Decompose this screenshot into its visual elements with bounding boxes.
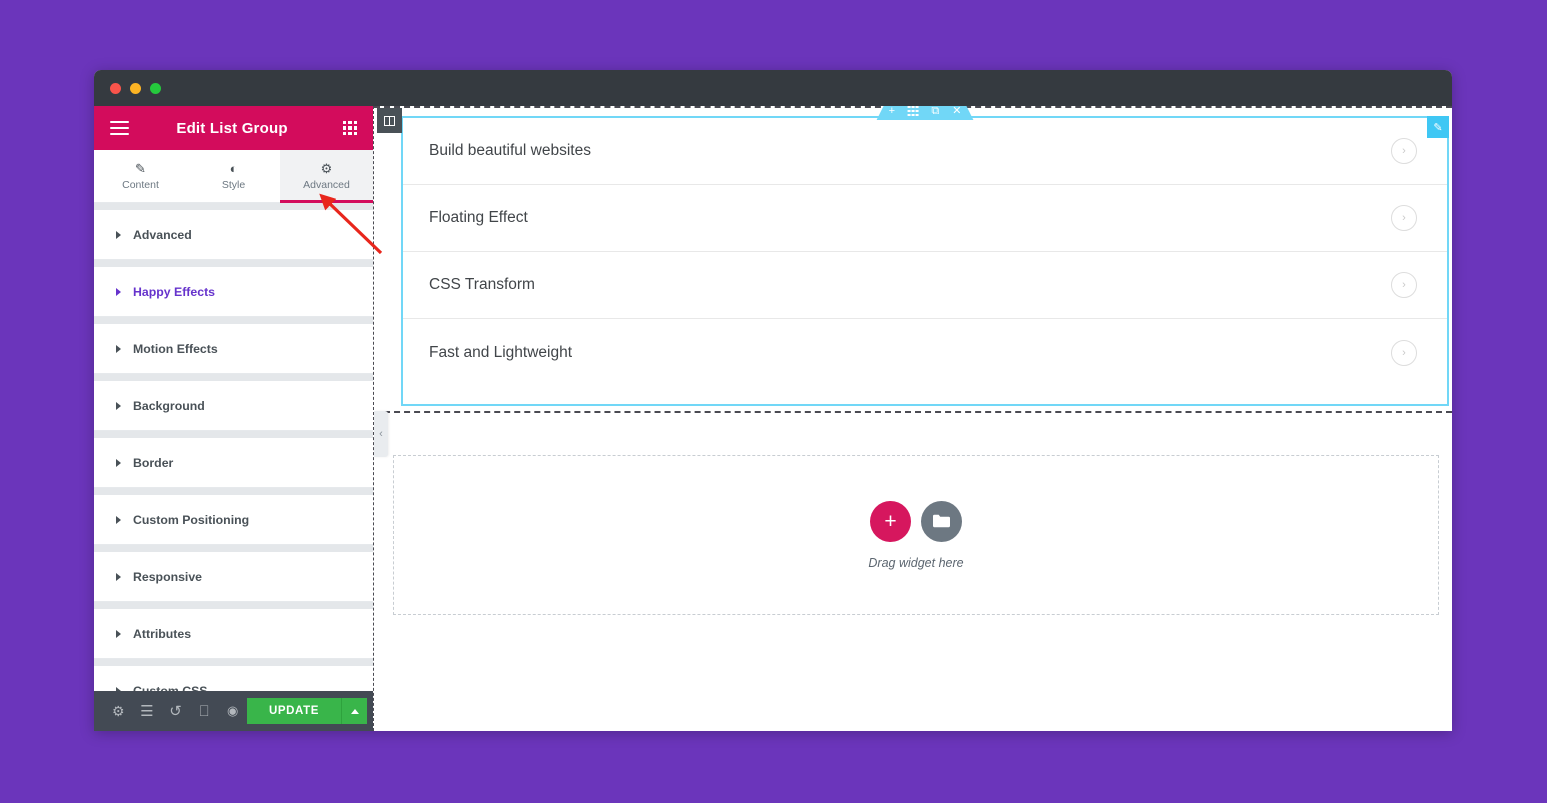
browser-title-bar [94,70,1452,106]
add-section-icon[interactable]: + [889,106,895,117]
list-item[interactable]: Floating Effect › [403,185,1447,252]
list-item[interactable]: Fast and Lightweight › [403,319,1447,386]
widgets-grid-icon[interactable] [343,121,357,135]
chevron-right-icon [116,344,121,353]
accordion-background[interactable]: Background [94,381,373,431]
tab-style[interactable]: ◐ Style [187,150,280,202]
accordion-separator [94,374,373,381]
folder-template-icon[interactable] [921,500,962,542]
accordion-separator [94,659,373,666]
accordion-responsive[interactable]: Responsive [94,552,373,602]
elementor-panel: Edit List Group ✎ Content ◐ Style ⚙ Adva… [94,106,374,731]
accordion-label: Advanced [133,227,192,242]
widget-drop-zone[interactable]: + Drag widget here [393,455,1439,615]
chevron-right-icon [116,515,121,524]
panel-columns-icon[interactable] [377,108,402,133]
settings-gear-icon[interactable]: ⚙ [104,691,133,731]
panel-collapse-handle[interactable]: ‹ [374,411,388,457]
list-item-label: Floating Effect [429,209,528,226]
gear-icon: ⚙ [320,160,333,176]
accordion-label: Custom CSS [133,683,208,692]
pencil-edit-icon[interactable]: ✎ [1427,116,1449,138]
accordion-motion-effects[interactable]: Motion Effects [94,324,373,374]
drop-zone-label: Drag widget here [868,555,964,570]
panel-title: Edit List Group [176,119,288,137]
update-button[interactable]: UPDATE [246,698,341,724]
panel-tabs: ✎ Content ◐ Style ⚙ Advanced [94,150,373,203]
folder-glyph [933,514,950,528]
duplicate-section-icon[interactable]: ⧉ [931,106,939,117]
tab-style-label: Style [221,178,246,191]
plus-icon[interactable]: + [870,500,911,542]
tab-advanced[interactable]: ⚙ Advanced [280,150,373,203]
responsive-mode-icon[interactable]: ⎕ [190,691,219,731]
traffic-light-minimize[interactable] [130,82,141,94]
chevron-right-icon [116,572,121,581]
accordion-separator [94,431,373,438]
traffic-light-close[interactable] [110,82,121,94]
list-item-label: CSS Transform [429,276,535,293]
accordion-advanced[interactable]: Advanced [94,210,373,260]
update-button-group: UPDATE [246,698,367,724]
accordion-label: Border [133,455,174,470]
columns-glyph [384,115,395,126]
preview-eye-icon[interactable]: ◉ [218,691,247,731]
accordion-custom-positioning[interactable]: Custom Positioning [94,495,373,545]
accordion-label: Attributes [133,626,192,641]
chevron-right-icon [116,401,121,410]
list-item-label: Fast and Lightweight [429,343,573,361]
traffic-light-maximize[interactable] [150,82,161,94]
accordion-separator [94,602,373,609]
chevron-right-icon [116,230,121,239]
accordion-label: Responsive [133,569,203,584]
panel-footer: ⚙ ☰ ↺ ⎕ ◉ UPDATE [94,691,373,731]
accordion-separator [94,317,373,324]
navigator-layers-icon[interactable]: ☰ [133,691,162,731]
list-item[interactable]: Build beautiful websites › [403,118,1447,185]
panel-header: Edit List Group [94,106,373,150]
chevron-right-icon [116,287,121,296]
chevron-left-icon: ‹ [379,427,383,440]
list-item[interactable]: CSS Transform › [403,252,1447,319]
accordion-label: Custom Positioning [133,512,250,527]
section-toolbar: + ⧉ ✕ [877,106,974,120]
accordion-attributes[interactable]: Attributes [94,609,373,659]
accordion-separator [94,203,373,210]
tab-content-label: Content [122,178,159,191]
accordion-separator [94,545,373,552]
accordion-label: Motion Effects [133,341,218,356]
accordion-separator [94,260,373,267]
contrast-icon: ◐ [229,160,238,176]
pencil-icon: ✎ [135,160,146,176]
tab-content[interactable]: ✎ Content [94,150,187,202]
accordion-separator [94,488,373,495]
list-item-label: Build beautiful websites [429,142,591,159]
editor-body: Edit List Group ✎ Content ◐ Style ⚙ Adva… [94,106,1452,731]
update-options-caret[interactable] [341,698,367,724]
accordion-border[interactable]: Border [94,438,373,488]
accordion-label: Happy Effects [133,284,216,299]
chevron-right-icon[interactable]: › [1391,138,1417,164]
history-icon[interactable]: ↺ [161,691,190,731]
chevron-right-icon [116,629,121,638]
accordion-custom-css[interactable]: Custom CSS [94,666,373,691]
section-grid-icon[interactable] [908,106,918,116]
delete-section-icon[interactable]: ✕ [952,106,961,117]
browser-window: Edit List Group ✎ Content ◐ Style ⚙ Adva… [94,70,1452,731]
preview-canvas: ‹ + ⧉ ✕ ✎ Build beautiful websites › Flo… [374,106,1452,731]
chevron-right-icon[interactable]: › [1391,339,1417,366]
accordion-label: Background [133,398,205,413]
accordion-happy-effects[interactable]: Happy Effects [94,267,373,317]
chevron-right-icon[interactable]: › [1391,272,1417,298]
tab-advanced-label: Advanced [303,178,350,191]
section-outline-bottom [374,411,1452,413]
chevron-right-icon[interactable]: › [1391,205,1417,231]
chevron-right-icon [116,458,121,467]
drop-zone-buttons: + [870,500,962,542]
panel-accordion-list[interactable]: Advanced Happy Effects Motion Effects Ba… [94,203,373,691]
selected-section[interactable]: + ⧉ ✕ ✎ Build beautiful websites › Float… [401,116,1449,406]
